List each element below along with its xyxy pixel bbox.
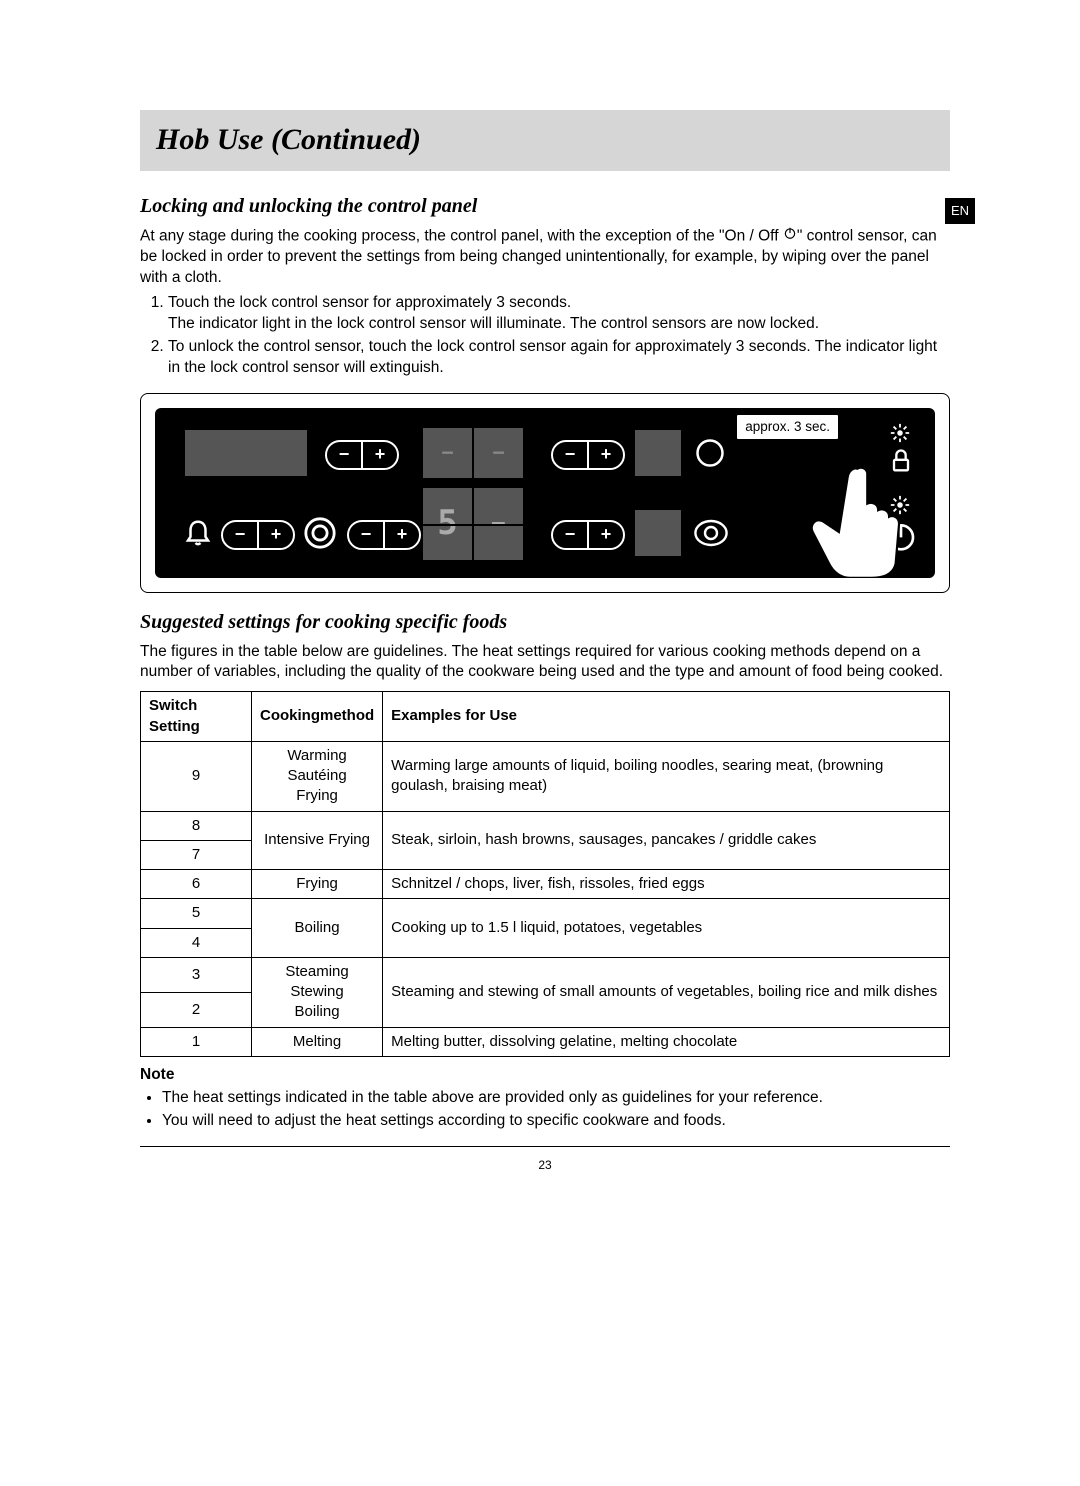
page-title-banner: Hob Use (Continued) bbox=[140, 110, 950, 171]
digit-cell: − bbox=[474, 428, 523, 478]
table-header-row: Switch Setting Cookingmethod Examples fo… bbox=[141, 692, 950, 742]
section-heading-lock: Locking and unlocking the control panel bbox=[140, 193, 950, 220]
example-use: Steak, sirloin, hash browns, sausages, p… bbox=[383, 811, 950, 870]
display-top-center: − − bbox=[423, 428, 523, 478]
display-bottom-right bbox=[635, 510, 681, 556]
switch-setting: 4 bbox=[141, 928, 252, 957]
cooking-method: Boiling bbox=[251, 899, 382, 958]
col-header-example: Examples for Use bbox=[383, 692, 950, 742]
display-top-right bbox=[635, 430, 681, 476]
switch-setting: 2 bbox=[141, 992, 252, 1027]
minus-plus-control: −+ bbox=[551, 520, 625, 550]
table-row: 8 Intensive Frying Steak, sirloin, hash … bbox=[141, 811, 950, 840]
minus-icon: − bbox=[553, 442, 587, 466]
plus-icon: + bbox=[259, 522, 293, 546]
note-heading: Note bbox=[140, 1065, 950, 1086]
example-use: Cooking up to 1.5 l liquid, potatoes, ve… bbox=[383, 899, 950, 958]
col-header-switch: Switch Setting bbox=[141, 692, 252, 742]
table-row: 3 Steaming Stewing Boiling Steaming and … bbox=[141, 957, 950, 992]
figure-callout: approx. 3 sec. bbox=[736, 414, 839, 440]
settings-intro: The figures in the table below are guide… bbox=[140, 642, 950, 684]
indicator-light-icon bbox=[889, 422, 911, 444]
lock-intro: At any stage during the cooking process,… bbox=[140, 226, 950, 289]
note-item: The heat settings indicated in the table… bbox=[162, 1088, 950, 1109]
switch-setting: 9 bbox=[141, 741, 252, 811]
lock-steps: Touch the lock control sensor for approx… bbox=[140, 293, 950, 379]
section-heading-settings: Suggested settings for cooking specific … bbox=[140, 609, 950, 636]
lock-intro-a: At any stage during the cooking process,… bbox=[140, 227, 783, 244]
dual-ring-icon bbox=[303, 516, 337, 557]
plus-icon: + bbox=[385, 522, 419, 546]
minus-icon: − bbox=[223, 522, 257, 546]
table-row: 6 Frying Schnitzel / chops, liver, fish,… bbox=[141, 870, 950, 899]
plus-icon: + bbox=[589, 442, 623, 466]
note-item: You will need to adjust the heat setting… bbox=[162, 1111, 950, 1132]
plus-icon: + bbox=[589, 522, 623, 546]
switch-setting: 8 bbox=[141, 811, 252, 840]
display-top-left bbox=[185, 430, 307, 476]
note-list: The heat settings indicated in the table… bbox=[140, 1088, 950, 1132]
switch-setting: 5 bbox=[141, 899, 252, 928]
page-number: 23 bbox=[140, 1157, 950, 1173]
switch-setting: 3 bbox=[141, 957, 252, 992]
example-use: Melting butter, dissolving gelatine, mel… bbox=[383, 1027, 950, 1056]
page-title: Hob Use (Continued) bbox=[156, 120, 934, 161]
table-row: 5 Boiling Cooking up to 1.5 l liquid, po… bbox=[141, 899, 950, 928]
minus-plus-control: −+ bbox=[347, 520, 421, 550]
digit-cell: − bbox=[423, 428, 472, 478]
power-icon bbox=[783, 226, 797, 247]
bell-icon bbox=[183, 518, 213, 555]
cooking-method: Melting bbox=[251, 1027, 382, 1056]
cooking-method: Steaming Stewing Boiling bbox=[251, 957, 382, 1027]
minus-plus-control: −+ bbox=[221, 520, 295, 550]
minus-plus-control: −+ bbox=[325, 440, 399, 470]
settings-table: Switch Setting Cookingmethod Examples fo… bbox=[140, 691, 950, 1057]
example-use: Schnitzel / chops, liver, fish, rissoles… bbox=[383, 870, 950, 899]
lock-step-2: To unlock the control sensor, touch the … bbox=[168, 337, 950, 379]
footer-rule bbox=[140, 1146, 950, 1147]
callout-leader-line bbox=[839, 426, 889, 456]
example-use: Warming large amounts of liquid, boiling… bbox=[383, 741, 950, 811]
hand-pointer-icon bbox=[797, 460, 907, 578]
switch-setting: 7 bbox=[141, 840, 252, 869]
cooking-method: Intensive Frying bbox=[251, 811, 382, 870]
minus-icon: − bbox=[327, 442, 361, 466]
table-row: 9 Warming Sautéing Frying Warming large … bbox=[141, 741, 950, 811]
language-tab: EN bbox=[945, 198, 975, 224]
switch-setting: 6 bbox=[141, 870, 252, 899]
minus-icon: − bbox=[349, 522, 383, 546]
lock-step-1: Touch the lock control sensor for approx… bbox=[168, 293, 950, 335]
table-row: 1 Melting Melting butter, dissolving gel… bbox=[141, 1027, 950, 1056]
control-panel-figure: −+ − − −+ −+ bbox=[140, 393, 950, 593]
col-header-method: Cookingmethod bbox=[251, 692, 382, 742]
example-use: Steaming and stewing of small amounts of… bbox=[383, 957, 950, 1027]
minus-plus-control: −+ bbox=[551, 440, 625, 470]
ring-icon bbox=[695, 438, 725, 475]
display-bottom-center: 5 − bbox=[423, 488, 523, 560]
oval-ring-icon bbox=[693, 516, 729, 557]
cooking-method: Frying bbox=[251, 870, 382, 899]
cooking-method: Warming Sautéing Frying bbox=[251, 741, 382, 811]
switch-setting: 1 bbox=[141, 1027, 252, 1056]
plus-icon: + bbox=[363, 442, 397, 466]
minus-icon: − bbox=[553, 522, 587, 546]
